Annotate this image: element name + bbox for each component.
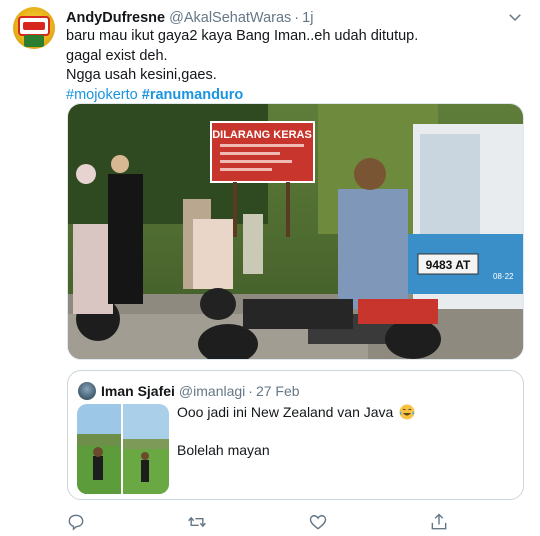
tweet-photo[interactable]: DILARANG KERAS 9483 AT 08·22 [67, 103, 524, 360]
quoted-line: Bolelah mayan [177, 442, 270, 458]
quoted-header: Iman Sjafei @imanlagi · 27 Feb [101, 382, 300, 400]
like-icon[interactable] [308, 512, 328, 532]
quoted-timestamp: 27 Feb [255, 383, 300, 399]
author-name[interactable]: AndyDufresne [66, 10, 165, 26]
tweet-line: Ngga usah kesini,gaes. [66, 67, 217, 83]
quoted-author-handle: @imanlagi [178, 383, 246, 399]
tweet[interactable]: AndyDufresne @AkalSehatWaras · 1j baru mau … [0, 0, 540, 536]
quoted-line: Ooo jadi ini New Zealand van Java [177, 404, 394, 420]
tweet-line: gagal exist deh. [66, 47, 168, 64]
quoted-photo[interactable] [77, 404, 169, 494]
reply-icon[interactable] [66, 512, 86, 532]
share-icon[interactable] [429, 512, 449, 532]
hashtag-link[interactable]: #mojokerto [66, 87, 138, 103]
timestamp[interactable]: 1j [302, 10, 313, 26]
retweet-icon[interactable] [187, 512, 207, 532]
license-plate: 9483 AT [426, 258, 471, 272]
quoted-text: Ooo jadi ini New Zealand van Java Bolela… [177, 403, 415, 460]
street-scene-image: DILARANG KERAS 9483 AT 08·22 [68, 104, 523, 359]
tweet-line: baru mau ikut gaya2 kaya Bang Iman..eh u… [66, 28, 419, 44]
sign-title: DILARANG KERAS [212, 129, 312, 141]
avatar-logo [18, 16, 50, 36]
landscape-thumbnail [77, 404, 169, 494]
chevron-down-icon[interactable] [506, 8, 524, 26]
separator-dot: · [294, 10, 300, 26]
author-handle[interactable]: @AkalSehatWaras [169, 10, 291, 26]
quoted-avatar[interactable] [78, 382, 96, 400]
tears-of-joy-emoji-icon [399, 404, 415, 420]
avatar[interactable] [13, 7, 55, 49]
plate-sub: 08·22 [493, 272, 514, 281]
separator-dot: · [248, 383, 253, 399]
tweet-header: AndyDufresne @AkalSehatWaras · 1j [66, 9, 313, 27]
quoted-tweet[interactable]: Iman Sjafei @imanlagi · 27 Feb Ooo jadi ini… [67, 370, 524, 500]
hashtag-link[interactable]: #ranumanduro [142, 87, 244, 103]
tweet-text: baru mau ikut gaya2 kaya Bang Iman..eh u… [66, 27, 516, 105]
quoted-author-name: Iman Sjafei [101, 383, 175, 399]
tweet-actions [66, 512, 466, 532]
